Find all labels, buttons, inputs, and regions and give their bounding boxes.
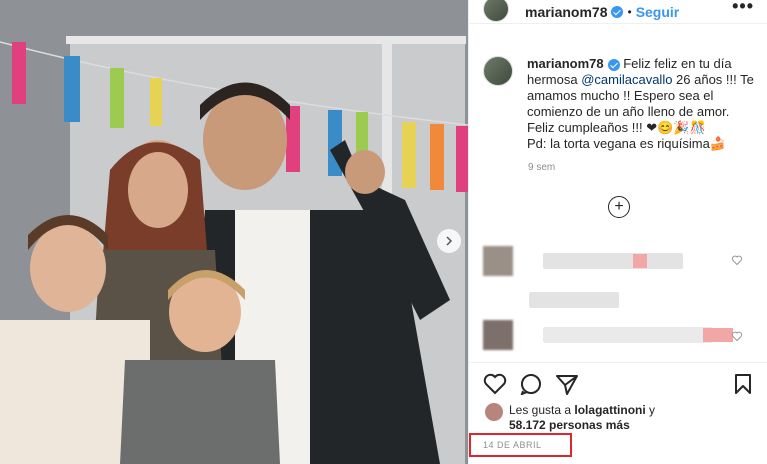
- comment-row: [483, 320, 733, 350]
- comment-reply-row: [483, 292, 619, 308]
- caption-time[interactable]: 9 sem: [528, 162, 555, 173]
- likes-prefix: Les gusta a: [509, 403, 575, 417]
- more-icon[interactable]: •••: [732, 0, 754, 17]
- comment-emoji-blurred: [703, 328, 733, 342]
- follow-button[interactable]: Seguir: [636, 4, 680, 20]
- comment-avatar[interactable]: [483, 246, 513, 276]
- likes-count[interactable]: 58.172 personas más: [509, 418, 630, 432]
- author-username[interactable]: marianom78: [525, 4, 607, 20]
- separator-dot: •: [627, 4, 632, 19]
- post-photo[interactable]: [0, 0, 468, 464]
- comment-text-blurred: [543, 327, 713, 343]
- likes-summary: Les gusta a lolagattinoni y 58.172 perso…: [485, 403, 655, 433]
- likes-text: Les gusta a lolagattinoni y 58.172 perso…: [509, 403, 655, 433]
- next-arrow-icon[interactable]: [437, 229, 461, 253]
- caption-text: marianom78 Feliz feliz en tu día hermosa…: [527, 56, 757, 152]
- comment-row: [483, 246, 683, 276]
- family-photo-illustration: [0, 0, 468, 464]
- verified-icon: [611, 5, 624, 18]
- caption-username[interactable]: marianom78: [527, 56, 604, 71]
- heart-icon[interactable]: [483, 373, 507, 395]
- caption: marianom78 Feliz feliz en tu día hermosa…: [483, 56, 758, 152]
- comment-text-blurred: [529, 292, 619, 308]
- likes-suffix: y: [645, 403, 656, 417]
- post-header: marianom78 • Seguir •••: [469, 0, 767, 24]
- plus-circle-icon[interactable]: +: [608, 196, 630, 218]
- comment-heart-icon[interactable]: [731, 254, 743, 266]
- caption-verified-icon: [607, 58, 620, 71]
- share-icon[interactable]: [555, 373, 579, 395]
- liker-username[interactable]: lolagattinoni: [574, 403, 645, 417]
- bookmark-icon[interactable]: [733, 373, 753, 395]
- mention-link[interactable]: @camilacavallo: [581, 72, 672, 87]
- post-sidebar: marianom78 • Seguir ••• marianom78 Feliz…: [468, 0, 767, 464]
- comment-text-blurred: [543, 253, 683, 269]
- caption-avatar[interactable]: [483, 56, 513, 86]
- comment-avatar[interactable]: [483, 320, 513, 350]
- caption-footer-line: Pd: la torta vegana es riquísima🍰: [527, 136, 727, 151]
- comment-emoji-blurred: [633, 254, 647, 268]
- comment-icon[interactable]: [519, 373, 543, 395]
- liker-avatar[interactable]: [485, 403, 503, 421]
- action-bar: [469, 362, 767, 402]
- post-date[interactable]: 14 DE ABRIL: [469, 433, 572, 457]
- author-avatar[interactable]: [483, 0, 509, 22]
- comment-heart-icon[interactable]: [731, 330, 743, 342]
